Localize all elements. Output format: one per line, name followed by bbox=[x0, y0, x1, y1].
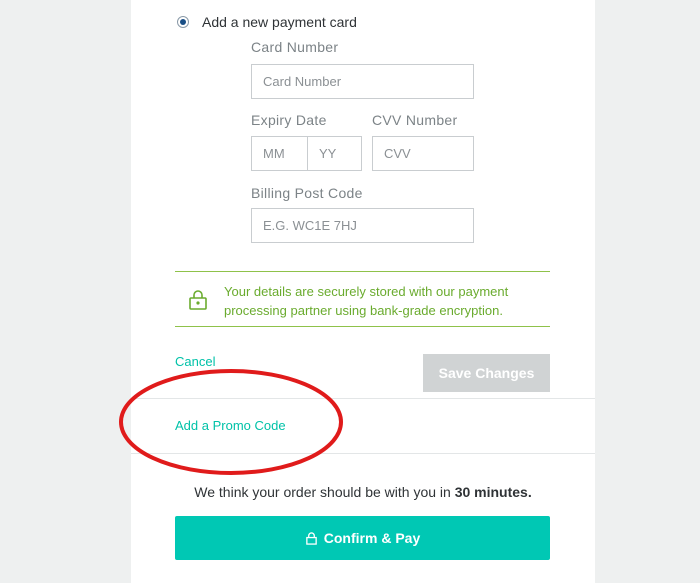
cancel-link[interactable]: Cancel bbox=[175, 354, 215, 369]
postcode-field bbox=[251, 208, 474, 243]
expiry-date-label: Expiry Date bbox=[251, 112, 327, 128]
card-number-label: Card Number bbox=[251, 39, 339, 55]
lock-icon bbox=[305, 531, 317, 545]
expiry-date-field bbox=[251, 136, 362, 171]
delivery-time: 30 minutes. bbox=[454, 484, 532, 500]
security-notice: Your details are securely stored with ou… bbox=[175, 271, 550, 327]
new-card-label: Add a new payment card bbox=[202, 14, 357, 30]
delivery-estimate-text: We think your order should be with you i… bbox=[194, 484, 455, 500]
security-notice-text: Your details are securely stored with ou… bbox=[224, 284, 509, 318]
add-promo-code-link[interactable]: Add a Promo Code bbox=[175, 418, 286, 433]
postcode-input[interactable] bbox=[252, 209, 473, 242]
delivery-estimate: We think your order should be with you i… bbox=[131, 484, 595, 500]
card-number-field bbox=[251, 64, 474, 99]
postcode-label: Billing Post Code bbox=[251, 185, 363, 201]
cvv-input[interactable] bbox=[373, 137, 473, 170]
section-divider-top bbox=[131, 398, 595, 399]
new-card-radio[interactable] bbox=[177, 16, 189, 28]
expiry-year-input[interactable] bbox=[308, 137, 361, 170]
confirm-pay-label: Confirm & Pay bbox=[323, 530, 421, 546]
section-divider-bottom bbox=[131, 453, 595, 454]
cvv-field bbox=[372, 136, 474, 171]
lock-icon bbox=[189, 290, 207, 310]
cvv-label: CVV Number bbox=[372, 112, 458, 128]
save-changes-button[interactable]: Save Changes bbox=[423, 354, 550, 392]
radio-selected-dot bbox=[180, 19, 186, 25]
expiry-month-input[interactable] bbox=[252, 137, 307, 170]
confirm-pay-button[interactable]: Confirm & Pay bbox=[175, 516, 550, 560]
card-number-input[interactable] bbox=[252, 65, 473, 98]
